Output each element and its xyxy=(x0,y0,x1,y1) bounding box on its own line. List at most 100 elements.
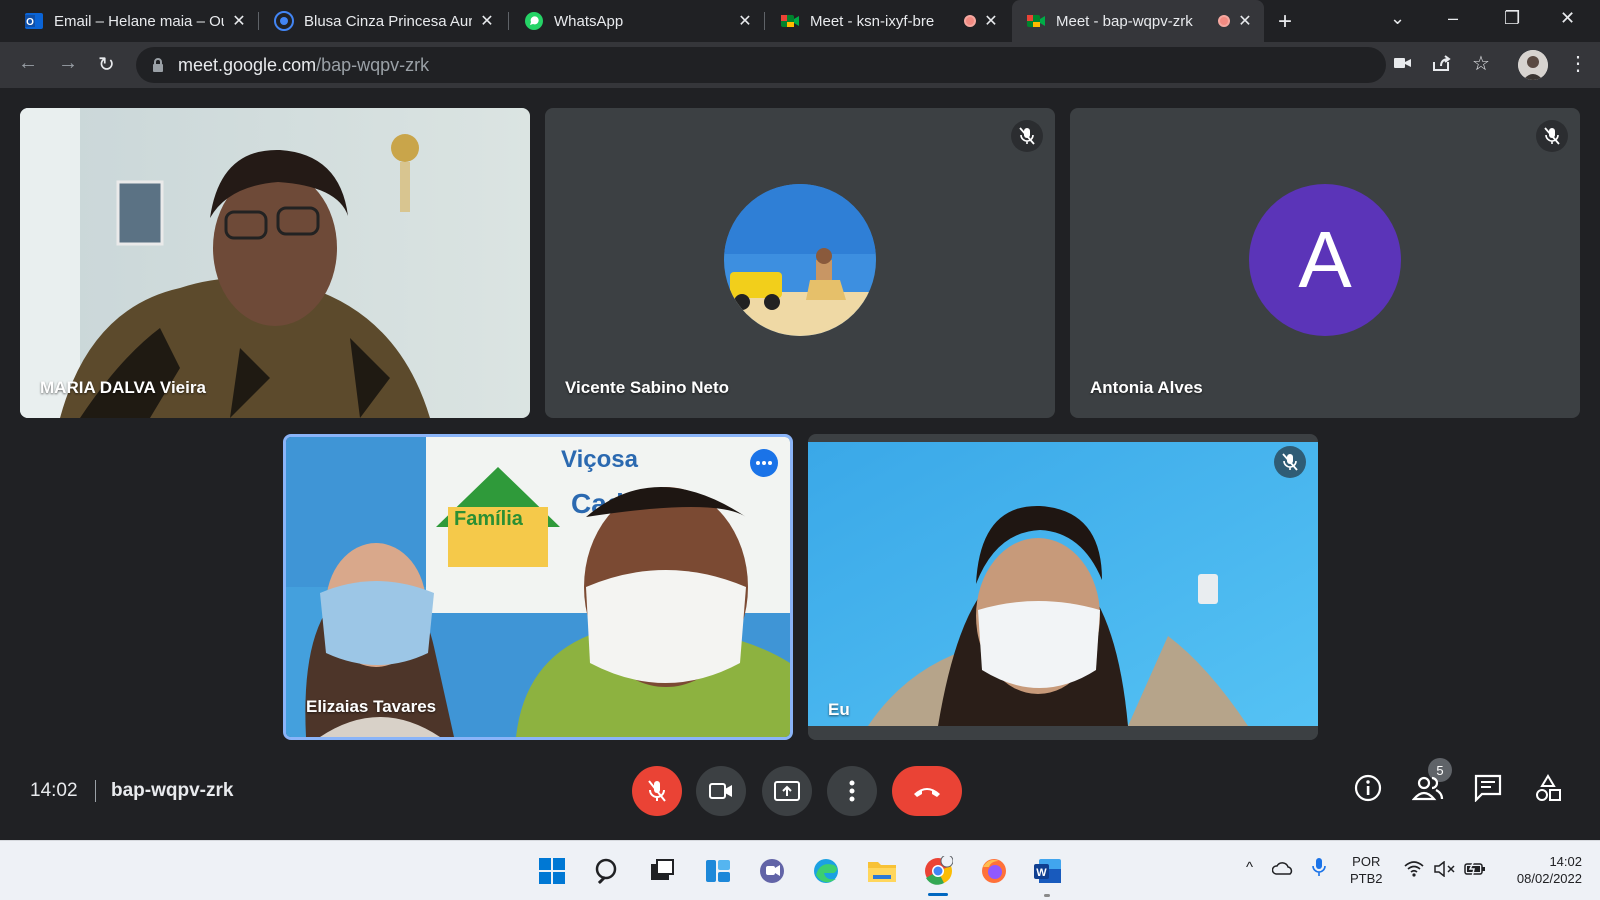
keyboard-layout: PTB2 xyxy=(1350,871,1383,886)
present-icon xyxy=(774,781,800,801)
mic-muted-icon xyxy=(1274,446,1306,478)
close-icon[interactable]: ✕ xyxy=(1236,11,1254,31)
firefox-icon[interactable] xyxy=(978,855,1010,887)
svg-text:O: O xyxy=(26,17,34,28)
tab-title: Email – Helane maia – Out xyxy=(54,12,224,30)
end-call-icon xyxy=(914,788,940,797)
search-icon[interactable] xyxy=(592,855,624,887)
camera-icon xyxy=(709,783,732,799)
minimize-button[interactable]: – xyxy=(1448,8,1458,29)
people-icon xyxy=(1411,776,1444,801)
meet-icon xyxy=(1026,11,1046,31)
tab-blusa[interactable]: Blusa Cinza Princesa Auro ✕ xyxy=(260,0,506,42)
svg-text:Viçosa: Viçosa xyxy=(561,446,639,473)
chrome-icon[interactable] xyxy=(922,855,954,887)
participant-tile[interactable]: MARIA DALVA Vieira xyxy=(20,108,530,418)
profile-avatar[interactable] xyxy=(1518,50,1548,80)
reload-button[interactable]: ↻ xyxy=(98,52,115,77)
self-video xyxy=(808,442,1318,740)
tab-title: Meet - ksn-ixyf-bre xyxy=(810,12,935,30)
tab-title: WhatsApp xyxy=(554,12,624,30)
word-icon[interactable]: W xyxy=(1032,855,1064,887)
mic-muted-icon xyxy=(1536,120,1568,152)
show-hidden-icons-chevron-icon[interactable]: ^ xyxy=(1246,859,1253,876)
people-button[interactable] xyxy=(1411,774,1444,807)
leave-call-button[interactable] xyxy=(892,766,962,816)
activities-icon xyxy=(1536,774,1561,801)
participant-name: Antonia Alves xyxy=(1090,378,1203,397)
close-icon[interactable]: ✕ xyxy=(982,11,1000,31)
participant-name: Vicente Sabino Neto xyxy=(565,378,730,397)
participant-avatar xyxy=(724,184,876,336)
share-icon[interactable] xyxy=(1432,54,1452,77)
chat-button[interactable] xyxy=(1474,774,1502,807)
close-icon[interactable]: ✕ xyxy=(478,11,496,31)
participant-video xyxy=(20,108,530,418)
clock-date: 08/02/2022 xyxy=(1516,871,1582,886)
meet-control-bar: 14:02 bap-wqpv-zrk 5 xyxy=(0,744,1600,840)
onedrive-cloud-icon[interactable] xyxy=(1271,861,1294,879)
tab-divider xyxy=(258,12,259,30)
more-options-button[interactable] xyxy=(827,766,877,816)
teams-chat-icon[interactable] xyxy=(756,855,788,887)
camera-toggle-button[interactable] xyxy=(696,766,746,816)
tab-search-chevron-icon[interactable]: ⌄ xyxy=(1390,8,1405,29)
running-app-indicator xyxy=(1044,894,1050,897)
present-screen-button[interactable] xyxy=(762,766,812,816)
participant-tile[interactable]: Vicente Sabino Neto xyxy=(545,108,1055,418)
language-code: POR xyxy=(1352,854,1381,869)
mic-muted-icon xyxy=(1011,120,1043,152)
recording-icon xyxy=(964,15,976,27)
widgets-icon[interactable] xyxy=(702,855,734,887)
more-options-icon[interactable] xyxy=(750,449,778,477)
participant-name: MARIA DALVA Vieira xyxy=(40,378,206,397)
info-icon xyxy=(1354,774,1382,802)
shop-icon xyxy=(274,11,294,31)
back-button[interactable]: ← xyxy=(18,52,38,75)
tab-meet-bap[interactable]: Meet - bap-wqpv-zrk ✕ xyxy=(1012,0,1264,42)
meeting-details-button[interactable] xyxy=(1354,774,1382,807)
whatsapp-icon xyxy=(524,11,544,31)
tab-meet-ksn[interactable]: Meet - ksn-ixyf-bre ✕ xyxy=(766,0,1010,42)
participant-tile[interactable]: A Antonia Alves xyxy=(1070,108,1580,418)
microphone-in-use-icon[interactable] xyxy=(1312,857,1326,881)
close-icon[interactable]: ✕ xyxy=(736,11,754,31)
address-bar[interactable]: meet.google.com/bap-wqpv-zrk xyxy=(136,47,1386,83)
divider xyxy=(95,780,96,802)
bookmark-star-icon[interactable]: ☆ xyxy=(1472,51,1490,76)
windows-start-icon[interactable] xyxy=(536,855,568,887)
chrome-menu-icon[interactable]: ⋮ xyxy=(1568,51,1588,76)
battery-charging-icon[interactable] xyxy=(1464,860,1486,881)
participant-video: Família Viçosa Cad xyxy=(286,437,790,737)
restore-button[interactable]: ❐ xyxy=(1504,8,1520,29)
tab-title: Meet - bap-wqpv-zrk xyxy=(1056,12,1193,30)
windows-taskbar: W ^ POR PTB2 14:02 08/02/2022 xyxy=(0,840,1600,900)
more-vert-icon xyxy=(849,780,855,802)
camera-in-use-icon[interactable] xyxy=(1394,54,1412,75)
activities-button[interactable] xyxy=(1534,774,1562,807)
participant-name: Eu xyxy=(828,700,850,719)
participant-tile-active-speaker[interactable]: Família Viçosa Cad Elizaias Tavares xyxy=(283,434,793,740)
browser-tab-bar: O Email – Helane maia – Out ✕ Blusa Cinz… xyxy=(0,0,1600,42)
speaker-muted-icon[interactable] xyxy=(1434,860,1456,881)
meeting-code: bap-wqpv-zrk xyxy=(111,780,234,801)
forward-button[interactable]: → xyxy=(58,52,78,75)
file-explorer-icon[interactable] xyxy=(866,855,898,887)
new-tab-button[interactable]: + xyxy=(1278,8,1292,36)
tab-outlook[interactable]: O Email – Helane maia – Out ✕ xyxy=(0,0,258,42)
close-icon[interactable]: ✕ xyxy=(230,11,248,31)
participant-tile-self[interactable]: Eu xyxy=(808,434,1318,740)
microphone-toggle-button[interactable] xyxy=(632,766,682,816)
outlook-icon: O xyxy=(24,11,44,31)
window-close-button[interactable]: ✕ xyxy=(1560,8,1575,29)
tab-divider xyxy=(508,12,509,30)
wifi-icon[interactable] xyxy=(1404,861,1424,881)
task-view-icon[interactable] xyxy=(646,855,678,887)
edge-icon[interactable] xyxy=(810,855,842,887)
keyboard-language-indicator[interactable]: POR PTB2 xyxy=(1350,853,1383,887)
svg-text:Família: Família xyxy=(454,508,524,530)
participant-name: Elizaias Tavares xyxy=(306,697,437,716)
clock-time: 14:02 xyxy=(1549,854,1582,869)
system-clock[interactable]: 14:02 08/02/2022 xyxy=(1517,853,1582,887)
tab-whatsapp[interactable]: WhatsApp ✕ xyxy=(510,0,764,42)
